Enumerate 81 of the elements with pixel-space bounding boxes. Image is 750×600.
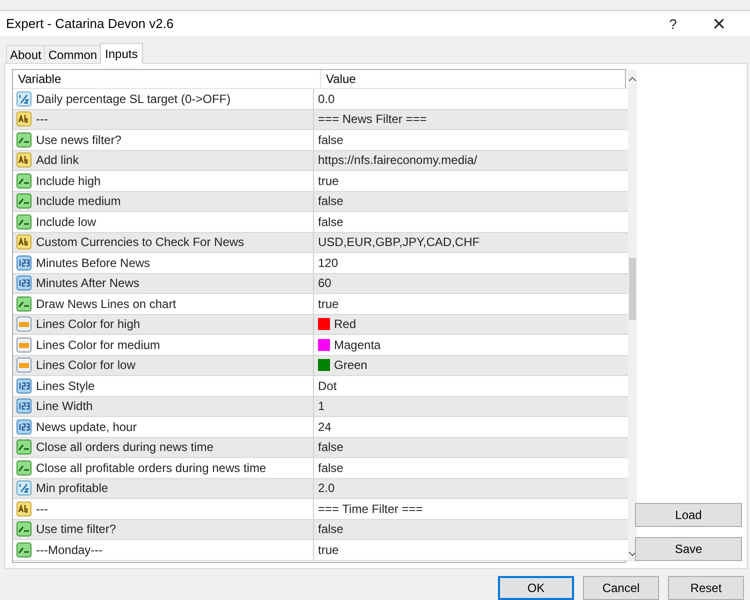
dialog-button[interactable]: Cancel xyxy=(583,576,659,600)
column-header[interactable]: Value xyxy=(321,70,628,88)
parameter-value[interactable]: USD,EUR,GBP,JPY,CAD,CHF xyxy=(318,235,480,250)
variable-name[interactable]: Daily percentage SL target (0->OFF) xyxy=(36,92,231,106)
scrollbar[interactable] xyxy=(628,70,637,562)
scrollbar-thumb[interactable] xyxy=(629,258,636,320)
parameter-value[interactable]: 24 xyxy=(318,420,332,434)
switch-icon xyxy=(16,214,32,230)
parameter-value[interactable]: true xyxy=(318,542,339,557)
integer-icon xyxy=(16,275,32,292)
parameter-value[interactable]: === Time Filter === xyxy=(318,502,423,516)
dialog-button[interactable]: OK xyxy=(498,576,574,600)
dialog-button[interactable]: Reset xyxy=(668,576,744,600)
variable-name[interactable]: Use time filter? xyxy=(36,522,116,536)
palette-icon xyxy=(16,336,32,353)
help-button[interactable]: ? xyxy=(650,16,696,32)
parameter-value[interactable]: false xyxy=(318,132,344,147)
parameter-value[interactable]: Magenta xyxy=(334,338,381,352)
parameter-value[interactable]: 1 xyxy=(318,399,325,414)
text-icon xyxy=(16,111,32,128)
side-button[interactable]: Save xyxy=(635,537,742,561)
variable-name[interactable]: Include high xyxy=(36,174,101,188)
parameter-value[interactable]: true xyxy=(318,296,339,311)
variable-name[interactable]: Lines Color for high xyxy=(36,317,140,332)
column-header[interactable]: Variable xyxy=(13,70,321,88)
parameter-value[interactable]: === News Filter === xyxy=(318,112,427,126)
variable-name[interactable]: ---Monday--- xyxy=(36,542,103,557)
variable-name[interactable]: Add link xyxy=(36,153,79,168)
side-button[interactable]: Load xyxy=(635,503,742,527)
parameter-value[interactable]: false xyxy=(318,522,344,536)
variable-name[interactable]: Lines Style xyxy=(36,378,95,393)
switch-icon xyxy=(16,296,32,312)
variable-name[interactable]: Include low xyxy=(36,214,96,229)
tab[interactable]: About xyxy=(6,45,46,63)
parameter-value[interactable]: 0.0 xyxy=(318,92,335,106)
variable-name[interactable]: News update, hour xyxy=(36,420,137,434)
double-icon xyxy=(16,90,32,107)
variable-name[interactable]: --- xyxy=(36,502,48,516)
parameter-value[interactable]: false xyxy=(318,214,344,229)
variable-name[interactable]: Close all orders during news time xyxy=(36,440,214,454)
variable-name[interactable]: --- xyxy=(36,112,48,126)
variable-name[interactable]: Close all profitable orders during news time xyxy=(36,460,266,475)
switch-icon xyxy=(16,542,32,558)
parameter-value[interactable]: https://nfs.faireconomy.media/ xyxy=(318,153,478,168)
variable-name[interactable]: Line Width xyxy=(36,399,93,414)
parameter-value[interactable]: 2.0 xyxy=(318,481,335,496)
parameter-value[interactable]: Red xyxy=(334,317,356,332)
variable-name[interactable]: Minutes After News xyxy=(36,276,140,290)
switch-icon xyxy=(16,172,32,189)
variable-name[interactable]: Include medium xyxy=(36,194,121,208)
parameter-value[interactable]: Green xyxy=(334,358,368,372)
variable-name[interactable]: Draw News Lines on chart xyxy=(36,296,176,311)
switch-icon xyxy=(16,439,32,456)
switch-icon xyxy=(16,521,32,538)
double-icon xyxy=(16,480,32,496)
switch-icon xyxy=(16,460,32,476)
switch-icon xyxy=(16,193,32,210)
parameter-value[interactable]: 60 xyxy=(318,276,332,290)
variable-name[interactable]: Lines Color for low xyxy=(36,358,136,372)
variable-name[interactable]: Custom Currencies to Check For News xyxy=(36,235,244,250)
close-button[interactable]: × xyxy=(696,10,742,36)
text-icon xyxy=(16,234,32,250)
integer-icon xyxy=(16,254,32,271)
window-title: Expert - Catarina Devon v2.6 xyxy=(6,16,175,31)
text-icon xyxy=(16,500,32,517)
parameter-value[interactable]: 120 xyxy=(318,256,338,270)
variable-name[interactable]: Min profitable xyxy=(36,481,108,496)
parameter-value[interactable]: false xyxy=(318,194,344,208)
parameter-value[interactable]: false xyxy=(318,440,344,454)
text-icon xyxy=(16,152,32,168)
parameter-value[interactable]: Dot xyxy=(318,378,337,393)
switch-icon xyxy=(16,132,32,148)
integer-icon xyxy=(16,378,32,394)
tab[interactable]: Inputs xyxy=(100,43,143,64)
integer-icon xyxy=(16,398,32,414)
parameter-value[interactable]: true xyxy=(318,174,339,188)
variable-name[interactable]: Minutes Before News xyxy=(36,256,150,270)
parameter-value[interactable]: false xyxy=(318,460,344,475)
integer-icon xyxy=(16,418,32,435)
variable-name[interactable]: Use news filter? xyxy=(36,132,122,147)
variable-name[interactable]: Lines Color for medium xyxy=(36,338,160,352)
